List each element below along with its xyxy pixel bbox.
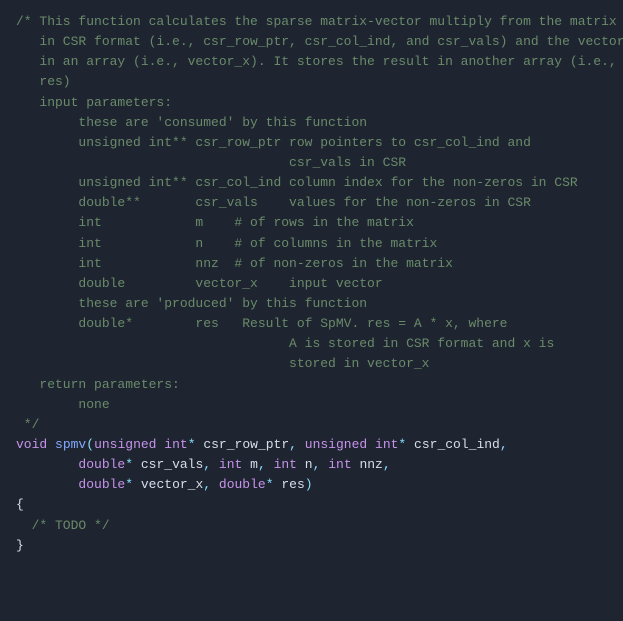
code-line: double* vector_x, double* res) (16, 475, 607, 495)
code-line: int n # of columns in the matrix (16, 234, 607, 254)
code-line: int nnz # of non-zeros in the matrix (16, 254, 607, 274)
code-line: A is stored in CSR format and x is (16, 334, 607, 354)
code-line: int m # of rows in the matrix (16, 213, 607, 233)
code-line: double* csr_vals, int m, int n, int nnz, (16, 455, 607, 475)
code-line: { (16, 495, 607, 515)
code-line: */ (16, 415, 607, 435)
code-line: unsigned int** csr_col_ind column index … (16, 173, 607, 193)
code-editor: /* This function calculates the sparse m… (0, 0, 623, 621)
code-line: double* res Result of SpMV. res = A * x,… (16, 314, 607, 334)
code-line: /* TODO */ (16, 516, 607, 536)
code-line: these are 'produced' by this function (16, 294, 607, 314)
code-line: none (16, 395, 607, 415)
code-line: } (16, 536, 607, 556)
code-line: stored in vector_x (16, 354, 607, 374)
code-line: /* This function calculates the sparse m… (16, 12, 607, 32)
code-line: void spmv(unsigned int* csr_row_ptr, uns… (16, 435, 607, 455)
code-line: these are 'consumed' by this function (16, 113, 607, 133)
code-line: in CSR format (i.e., csr_row_ptr, csr_co… (16, 32, 607, 52)
code-line: input parameters: (16, 93, 607, 113)
code-line: return parameters: (16, 375, 607, 395)
code-line: csr_vals in CSR (16, 153, 607, 173)
code-line: double** csr_vals values for the non-zer… (16, 193, 607, 213)
code-line: double vector_x input vector (16, 274, 607, 294)
code-line: in an array (i.e., vector_x). It stores … (16, 52, 607, 72)
code-line: res) (16, 72, 607, 92)
code-line: unsigned int** csr_row_ptr row pointers … (16, 133, 607, 153)
